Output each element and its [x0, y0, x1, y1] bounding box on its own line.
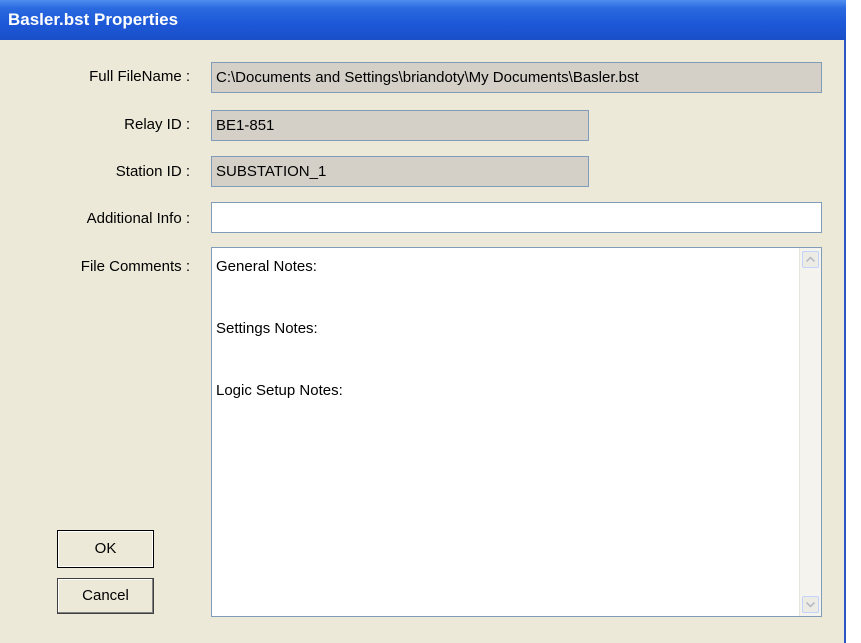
station-id-field[interactable]: SUBSTATION_1 — [211, 156, 589, 187]
relay-id-field[interactable]: BE1-851 — [211, 110, 589, 141]
file-comments-textarea[interactable]: General Notes: Settings Notes: Logic Set… — [211, 247, 822, 617]
properties-dialog: Basler.bst Properties Full FileName : C:… — [0, 0, 846, 643]
file-comments-label: File Comments : — [80, 258, 190, 275]
window-title: Basler.bst Properties — [8, 10, 179, 29]
relay-id-label: Relay ID : — [124, 116, 190, 133]
additional-info-label: Additional Info : — [86, 210, 190, 227]
station-id-label: Station ID : — [115, 163, 190, 180]
additional-info-input[interactable] — [211, 202, 822, 233]
comment-line: Logic Setup Notes: — [216, 382, 343, 399]
full-filename-label: Full FileName : — [89, 68, 190, 85]
comment-line: General Notes: — [216, 258, 317, 275]
scroll-down-arrow-icon[interactable] — [802, 596, 819, 613]
title-bar[interactable]: Basler.bst Properties — [0, 0, 846, 40]
vertical-scrollbar[interactable] — [799, 248, 821, 616]
comment-line: Settings Notes: — [216, 320, 318, 337]
ok-button[interactable]: OK — [57, 530, 154, 568]
scroll-up-arrow-icon[interactable] — [802, 251, 819, 268]
full-filename-field[interactable]: C:\Documents and Settings\briandoty\My D… — [211, 62, 822, 93]
file-comments-text: General Notes: Settings Notes: Logic Set… — [216, 258, 343, 444]
cancel-button[interactable]: Cancel — [57, 578, 154, 614]
